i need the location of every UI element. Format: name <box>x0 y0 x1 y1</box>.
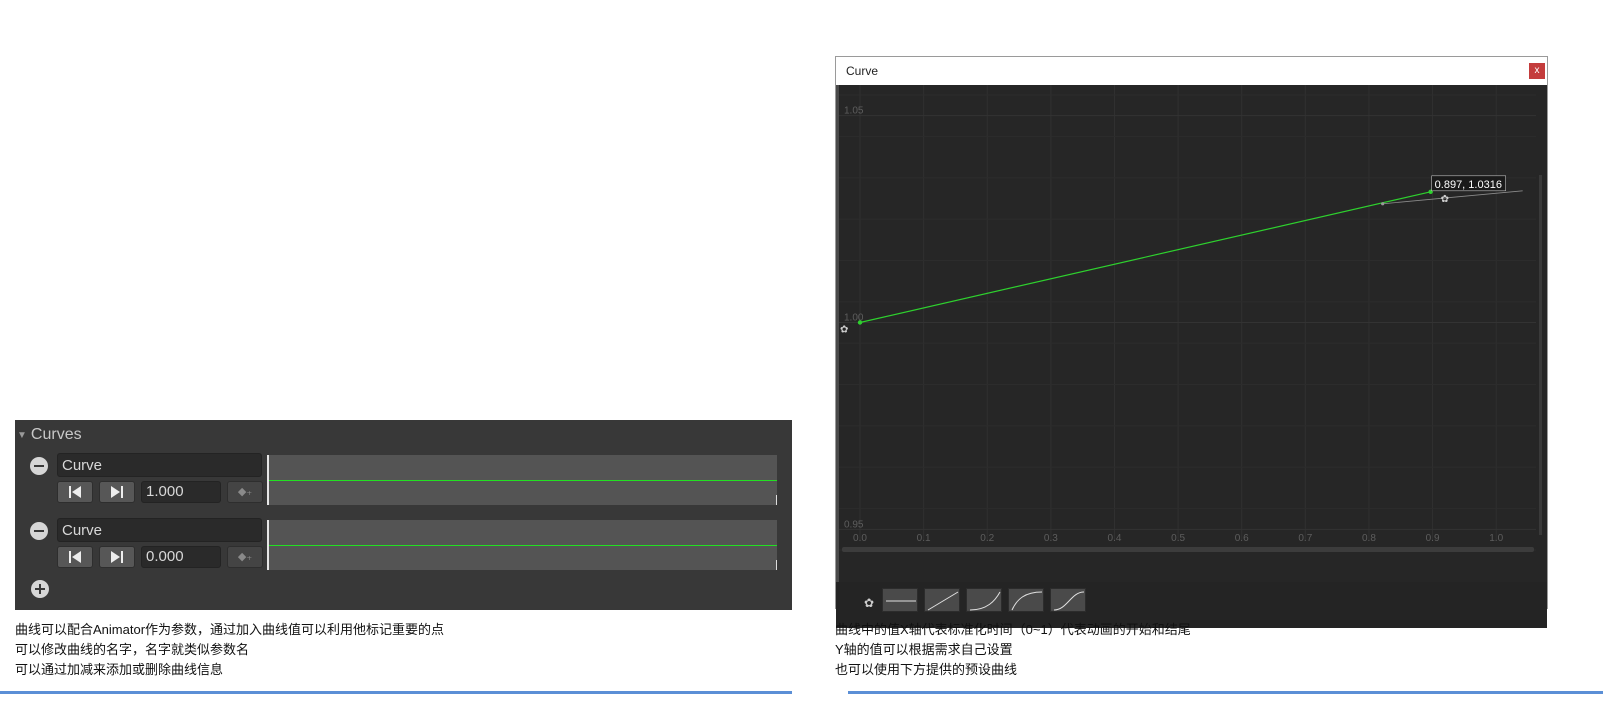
curve-key-point <box>857 320 863 325</box>
gear-icon[interactable]: ✿ <box>864 596 876 610</box>
caption-line: 可以通过加减来添加或删除曲线信息 <box>15 662 224 677</box>
preset-ease-in-button[interactable] <box>966 588 1002 612</box>
curve-entry: Curve 1.000 ◆₊ <box>15 453 792 515</box>
previous-key-icon <box>69 486 81 498</box>
curves-foldout[interactable]: ▼ Curves <box>17 425 82 445</box>
preset-flat-button[interactable] <box>882 588 918 612</box>
curve-value-field[interactable]: 1.000 <box>141 481 221 503</box>
x-tick-label: 0.1 <box>917 533 931 544</box>
graph-left-edge <box>836 85 839 582</box>
remove-curve-button[interactable] <box>30 522 48 540</box>
x-tick-label: 0.7 <box>1298 533 1312 544</box>
x-tick-label: 0.9 <box>1426 533 1440 544</box>
curves-panel: ▼ Curves Curve 1.000 ◆₊ Curve 0.000 ◆₊ <box>15 420 792 610</box>
preset-ease-out-icon <box>1011 591 1043 611</box>
curve-graph[interactable]: 1.051.000.95 0.0 0.1 0.2 0.3 0.4 0.5 0.6 0.7 0.8… <box>836 85 1547 582</box>
preset-ease-in-out-button[interactable] <box>1050 588 1086 612</box>
x-tick-label: 0.6 <box>1235 533 1249 544</box>
x-tick-label: 0.3 <box>1044 533 1058 544</box>
right-caption: 曲线中的值X轴代表标准化时间（0~1）代表动画的开始和结尾 Y轴的值可以根据需求… <box>835 620 1191 680</box>
x-tick-label: 0.0 <box>853 533 867 544</box>
preset-flat-icon <box>886 600 916 602</box>
preset-ease-in-out-icon <box>1053 591 1085 611</box>
y-tick-label: 0.95 <box>844 519 864 530</box>
preset-linear-button[interactable] <box>924 588 960 612</box>
x-tick-label: 0.2 <box>980 533 994 544</box>
tangent-handle-point <box>1381 202 1385 206</box>
x-tick-label: 0.8 <box>1362 533 1376 544</box>
caption-line: 也可以使用下方提供的预设曲线 <box>835 662 1018 677</box>
add-curve-button[interactable] <box>31 580 49 598</box>
next-key-button[interactable] <box>99 481 135 503</box>
graph-background <box>836 85 1547 582</box>
horizontal-scrollbar[interactable] <box>842 547 1534 552</box>
curve-name-field[interactable]: Curve <box>57 518 262 542</box>
curve-value-field[interactable]: 0.000 <box>141 546 221 568</box>
curve-preview-line <box>269 480 777 481</box>
add-key-button[interactable]: ◆₊ <box>227 546 263 568</box>
add-key-icon: ◆₊ <box>237 486 253 498</box>
preset-linear-icon <box>927 591 959 611</box>
close-icon: x <box>1534 65 1540 76</box>
point-readout: 0.897, 1.0316 <box>1431 175 1506 192</box>
y-tick-label: 1.05 <box>844 106 864 117</box>
bottom-divider-left <box>0 691 792 694</box>
x-tick-label: 0.5 <box>1171 533 1185 544</box>
foldout-triangle-icon[interactable]: ▼ <box>17 430 27 441</box>
curve-preview-line <box>269 545 777 546</box>
remove-curve-button[interactable] <box>30 457 48 475</box>
window-titlebar[interactable]: Curve x <box>836 57 1547 86</box>
add-key-icon: ◆₊ <box>237 551 253 563</box>
previous-key-icon <box>69 551 81 563</box>
close-button[interactable]: x <box>1529 63 1545 79</box>
left-caption: 曲线可以配合Animator作为参数，通过加入曲线值可以利用他标记重要的点 可以… <box>15 620 444 680</box>
caption-line: 曲线可以配合Animator作为参数，通过加入曲线值可以利用他标记重要的点 <box>15 622 445 637</box>
point-readout-text: 0.897, 1.0316 <box>1435 179 1502 191</box>
next-key-button[interactable] <box>99 546 135 568</box>
window-title: Curve <box>846 64 879 78</box>
previous-key-button[interactable] <box>57 546 93 568</box>
curve-preview-field[interactable] <box>267 520 777 570</box>
caption-line: 曲线中的值X轴代表标准化时间（0~1）代表动画的开始和结尾 <box>835 622 1191 637</box>
curve-preview-end-tick <box>776 495 777 505</box>
previous-key-button[interactable] <box>57 481 93 503</box>
preset-ease-in-icon <box>969 591 1001 611</box>
vertical-scrollbar[interactable] <box>1539 175 1542 535</box>
curve-preview-field[interactable] <box>267 455 777 505</box>
x-tick-label: 0.4 <box>1108 533 1122 544</box>
bottom-divider-right <box>848 691 1603 694</box>
curves-title: Curves <box>30 426 82 443</box>
caption-line: Y轴的值可以根据需求自己设置 <box>835 642 1013 657</box>
caption-line: 可以修改曲线的名字，名字就类似参数名 <box>15 642 250 657</box>
curve-editor-window: Curve x 1.05 1.00 0.95 0.0 0.1 0.2 0.3 0.4 0.5 0… <box>835 56 1548 628</box>
key-gear-icon: ✿ <box>1441 194 1449 205</box>
add-key-button[interactable]: ◆₊ <box>227 481 263 503</box>
curve-name-field[interactable]: Curve <box>57 453 262 477</box>
next-key-icon <box>111 551 123 563</box>
x-tick-label: 1.0 <box>1489 533 1503 544</box>
curve-graph-area[interactable]: 1.05 1.00 0.95 0.0 0.1 0.2 0.3 0.4 0.5 0.6 0.7 0.8… <box>836 85 1547 628</box>
curve-entry: Curve 0.000 ◆₊ <box>15 518 792 580</box>
preset-ease-out-button[interactable] <box>1008 588 1044 612</box>
key-gear-icon: ✿ <box>840 325 848 336</box>
next-key-icon <box>111 486 123 498</box>
curve-preview-end-tick <box>776 560 777 570</box>
